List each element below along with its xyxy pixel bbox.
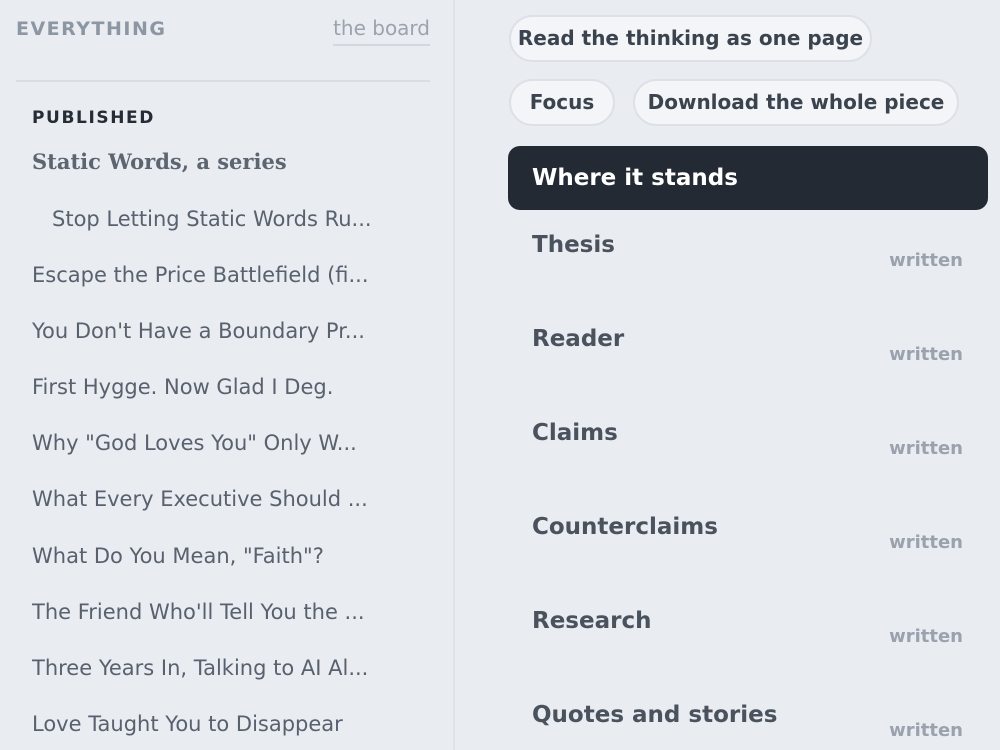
list-item[interactable]: Love Taught You to Disappear bbox=[32, 705, 412, 743]
list-item[interactable]: You Don't Have a Boundary Pr... bbox=[32, 312, 412, 350]
stage-name: Claims bbox=[532, 420, 618, 446]
series-title[interactable]: Static Words, a series bbox=[32, 149, 287, 174]
stage-quotes-and-stories[interactable]: Quotes and stories written bbox=[508, 702, 988, 750]
stage-status: written bbox=[889, 720, 963, 741]
stage-reader[interactable]: Reader written bbox=[508, 326, 988, 420]
stage-name: Counterclaims bbox=[532, 514, 718, 540]
stage-thesis[interactable]: Thesis written bbox=[508, 232, 988, 326]
app-window: EVERYTHING the board PUBLISHED Static Wo… bbox=[0, 0, 1000, 750]
download-whole-piece-button[interactable]: Download the whole piece bbox=[633, 79, 959, 126]
stage-status: written bbox=[889, 344, 963, 365]
stage-where-it-stands[interactable]: Where it stands bbox=[508, 146, 988, 210]
board-link[interactable]: the board bbox=[333, 16, 430, 46]
stage-status: written bbox=[889, 532, 963, 553]
stage-name: Thesis bbox=[532, 232, 615, 258]
list-item[interactable]: Stop Letting Static Words Ru... bbox=[52, 200, 412, 238]
sidebar-header: EVERYTHING the board bbox=[16, 14, 430, 82]
focus-button[interactable]: Focus bbox=[509, 79, 615, 126]
list-item[interactable]: Three Years In, Talking to AI Al... bbox=[32, 649, 412, 687]
list-item[interactable]: First Hygge. Now Glad I Deg. bbox=[32, 368, 412, 406]
stage-status: written bbox=[889, 438, 963, 459]
list-item[interactable]: What Every Executive Should ... bbox=[32, 480, 412, 518]
section-label-published: PUBLISHED bbox=[32, 108, 155, 128]
sidebar-title: EVERYTHING bbox=[16, 18, 167, 40]
stage-name: Research bbox=[532, 608, 652, 634]
stage-research[interactable]: Research written bbox=[508, 608, 988, 702]
stage-name: Reader bbox=[532, 326, 625, 352]
sidebar: EVERYTHING the board PUBLISHED Static Wo… bbox=[0, 0, 455, 750]
stage-status: written bbox=[889, 250, 963, 271]
stage-claims[interactable]: Claims written bbox=[508, 420, 988, 514]
list-item[interactable]: What Do You Mean, "Faith"? bbox=[32, 537, 412, 575]
stage-status: written bbox=[889, 626, 963, 647]
read-as-one-page-button[interactable]: Read the thinking as one page bbox=[509, 15, 872, 62]
stage-counterclaims[interactable]: Counterclaims written bbox=[508, 514, 988, 608]
stage-name: Quotes and stories bbox=[532, 702, 778, 728]
list-item[interactable]: The Friend Who'll Tell You the ... bbox=[32, 593, 412, 631]
list-item[interactable]: Escape the Price Battlefield (fi... bbox=[32, 256, 412, 294]
list-item[interactable]: Why "God Loves You" Only W... bbox=[32, 424, 412, 462]
